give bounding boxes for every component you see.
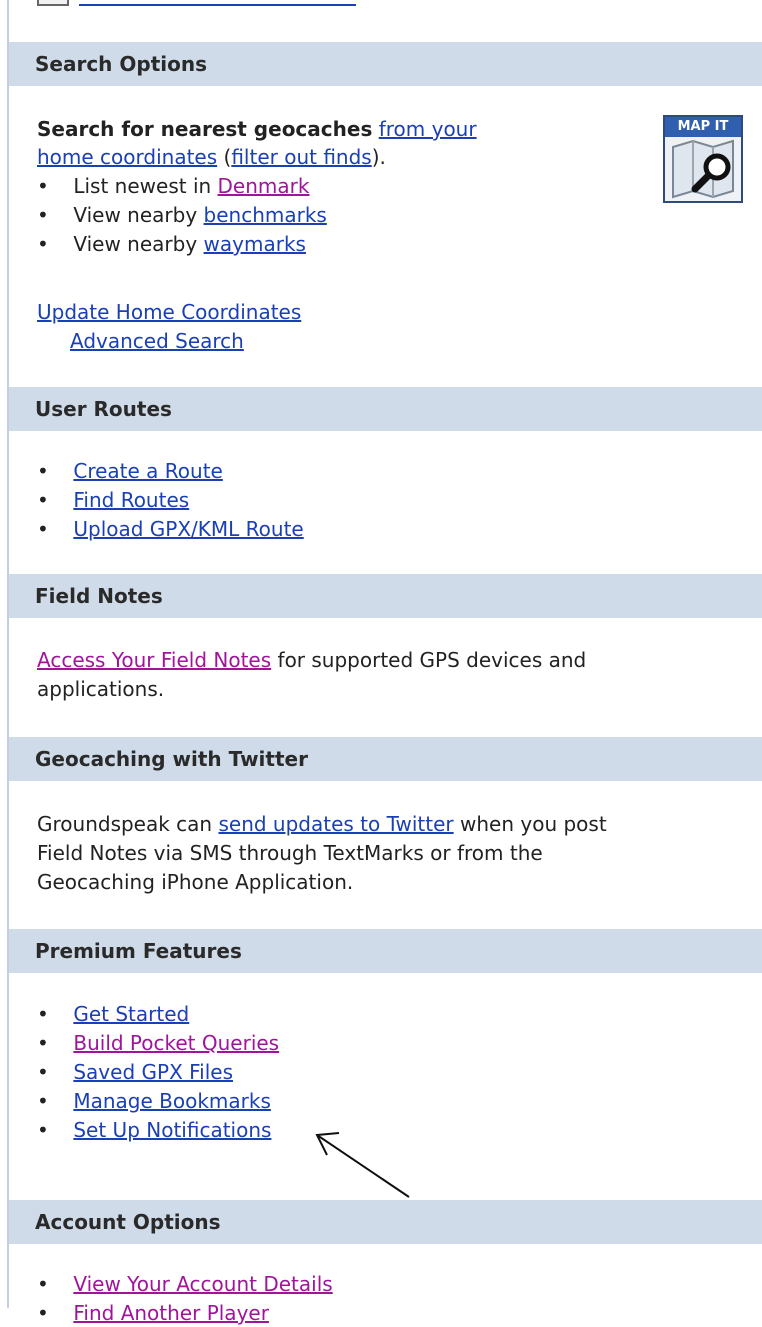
link-home-coordinates[interactable]: home coordinates <box>37 145 217 169</box>
list-item-get-started: Get Started <box>37 1000 189 1028</box>
link-upload-gpx-kml-route[interactable]: Upload GPX/KML Route <box>73 517 303 541</box>
paren-open: ( <box>217 145 232 169</box>
list-item-find-routes: Find Routes <box>37 486 189 514</box>
list-item-benchmarks: View nearby benchmarks <box>37 201 327 229</box>
map-magnifier-icon <box>672 139 734 199</box>
benchmarks-prefix: View nearby <box>73 203 204 227</box>
field-notes-text: for supported GPS devices and <box>271 648 587 672</box>
link-manage-bookmarks[interactable]: Manage Bookmarks <box>73 1089 271 1113</box>
checkbox-partial[interactable] <box>37 0 69 6</box>
section-header-field-notes: Field Notes <box>9 574 762 618</box>
link-update-home-coordinates[interactable]: Update Home Coordinates <box>37 300 301 324</box>
link-create-route[interactable]: Create a Route <box>73 459 222 483</box>
link-benchmarks[interactable]: benchmarks <box>204 203 327 227</box>
search-intro-line2: home coordinates (filter out finds). <box>37 143 386 171</box>
field-notes-line1: Access Your Field Notes for supported GP… <box>37 646 586 674</box>
list-item-upload-route: Upload GPX/KML Route <box>37 515 303 543</box>
list-item-pocket-queries: Build Pocket Queries <box>37 1029 279 1057</box>
link-view-account-details[interactable]: View Your Account Details <box>73 1272 332 1296</box>
link-set-up-notifications[interactable]: Set Up Notifications <box>73 1118 271 1142</box>
paren-close: ). <box>371 145 386 169</box>
advanced-search-row: Advanced Search <box>70 327 244 355</box>
twitter-suffix: when you post <box>453 812 607 836</box>
list-item-find-player: Find Another Player <box>37 1299 269 1327</box>
list-item-newest: List newest in Denmark <box>37 172 309 200</box>
twitter-line1: Groundspeak can send updates to Twitter … <box>37 810 607 838</box>
field-notes-line2: applications. <box>37 677 165 701</box>
section-header-account: Account Options <box>9 1200 762 1244</box>
link-send-updates-twitter[interactable]: send updates to Twitter <box>218 812 453 836</box>
list-item-create-route: Create a Route <box>37 457 222 485</box>
list-item-bookmarks: Manage Bookmarks <box>37 1087 271 1115</box>
link-get-started[interactable]: Get Started <box>73 1002 189 1026</box>
twitter-line2: Field Notes via SMS through TextMarks or… <box>37 841 543 865</box>
map-it-label: MAP IT <box>665 117 741 137</box>
annotation-arrow-icon <box>315 1132 410 1198</box>
link-find-another-player[interactable]: Find Another Player <box>73 1301 269 1325</box>
search-intro-bold: Search for nearest geocaches <box>37 117 373 141</box>
waymarks-prefix: View nearby <box>73 232 204 256</box>
section-header-premium: Premium Features <box>9 929 762 973</box>
link-saved-gpx-files[interactable]: Saved GPX Files <box>73 1060 233 1084</box>
newest-prefix: List newest in <box>73 174 218 198</box>
twitter-prefix: Groundspeak can <box>37 812 219 836</box>
link-denmark[interactable]: Denmark <box>218 174 310 198</box>
link-find-routes[interactable]: Find Routes <box>73 488 189 512</box>
link-from-your[interactable]: from your <box>379 117 477 141</box>
section-header-twitter: Geocaching with Twitter <box>9 737 762 781</box>
map-it-button[interactable]: MAP IT <box>663 115 743 203</box>
link-access-field-notes[interactable]: Access Your Field Notes <box>37 648 271 672</box>
link-filter-out-finds[interactable]: filter out finds <box>231 145 371 169</box>
list-item-waymarks: View nearby waymarks <box>37 230 306 258</box>
sidebar-panel: Search Options Search for nearest geocac… <box>9 0 762 1325</box>
link-waymarks[interactable]: waymarks <box>204 232 306 256</box>
link-partial[interactable] <box>79 4 356 6</box>
list-item-saved-gpx: Saved GPX Files <box>37 1058 233 1086</box>
link-advanced-search[interactable]: Advanced Search <box>70 329 244 353</box>
twitter-line3: Geocaching iPhone Application. <box>37 870 354 894</box>
list-item-notifications: Set Up Notifications <box>37 1116 271 1144</box>
section-header-search: Search Options <box>9 42 762 86</box>
search-intro-line: Search for nearest geocaches from your <box>37 115 477 143</box>
section-header-routes: User Routes <box>9 387 762 431</box>
update-coords-row: Update Home Coordinates <box>37 298 301 326</box>
link-build-pocket-queries[interactable]: Build Pocket Queries <box>73 1031 279 1055</box>
list-item-account-details: View Your Account Details <box>37 1270 332 1298</box>
